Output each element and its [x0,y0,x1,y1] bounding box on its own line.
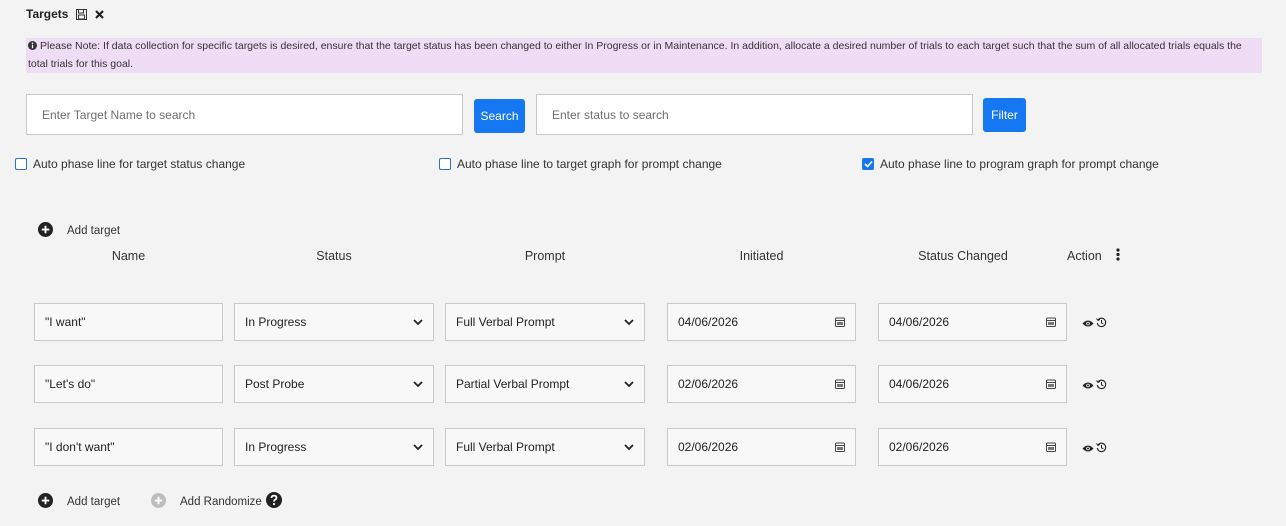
eye-icon[interactable] [1082,377,1094,395]
status-changed-date-field[interactable]: 02/06/2026 [878,428,1067,466]
column-header-action: Action [1067,248,1120,264]
add-target-label: Add target [67,496,121,508]
column-header-initiated: Initiated [739,249,784,263]
checkbox-label: Auto phase line to program graph for pro… [880,157,1159,171]
calendar-icon [1046,379,1056,389]
target-name-search-input[interactable] [26,94,463,135]
targets-header: Targets [26,7,105,21]
eye-icon[interactable] [1082,315,1094,333]
calendar-icon [1046,442,1056,452]
auto-phase-target-graph-checkbox[interactable]: Auto phase line to target graph for prom… [439,157,722,171]
prompt-value: Full Verbal Prompt [456,315,555,329]
history-icon[interactable] [1096,440,1107,458]
target-name-value: "I want" [45,315,86,329]
action-label: Action [1067,249,1102,263]
prompt-select[interactable]: Full Verbal Prompt [445,303,645,341]
plus-circle-icon[interactable] [38,222,53,240]
initiated-value: 02/06/2026 [678,440,739,454]
initiated-date-field[interactable]: 04/06/2026 [667,303,856,341]
checkbox-box-checked[interactable] [862,158,874,170]
plus-circle-icon-disabled[interactable] [151,492,166,511]
plus-circle-icon[interactable] [38,493,53,511]
auto-phase-program-graph-checkbox[interactable]: Auto phase line to program graph for pro… [862,157,1159,171]
search-button[interactable]: Search [474,99,525,133]
status-select[interactable]: In Progress [234,428,434,466]
prompt-value: Full Verbal Prompt [456,440,555,454]
initiated-value: 02/06/2026 [678,377,739,391]
column-header-name: Name [111,249,146,263]
chevron-down-icon [413,443,423,450]
eye-icon[interactable] [1082,440,1094,458]
calendar-icon [1046,317,1056,327]
row-actions [1082,377,1107,395]
auto-phase-status-checkbox[interactable]: Auto phase line for target status change [15,157,245,171]
row-actions [1082,440,1107,458]
prompt-select[interactable]: Partial Verbal Prompt [445,365,645,403]
note-text: Please Note: If data collection for spec… [28,40,1242,70]
chevron-down-icon [624,318,634,325]
initiated-value: 04/06/2026 [678,315,739,329]
chevron-down-icon [624,380,634,387]
column-header-status-changed: Status Changed [918,249,1008,263]
status-changed-value: 02/06/2026 [889,440,950,454]
initiated-date-field[interactable]: 02/06/2026 [667,365,856,403]
close-icon[interactable] [95,9,105,19]
status-value: In Progress [245,440,307,454]
initiated-date-field[interactable]: 02/06/2026 [667,428,856,466]
status-changed-date-field[interactable]: 04/06/2026 [878,303,1067,341]
target-name-field[interactable]: "Let's do" [34,365,223,403]
calendar-icon [835,379,845,389]
status-value: In Progress [245,315,307,329]
add-target-button-bottom[interactable]: Add target [38,493,120,511]
status-value: Post Probe [245,377,305,391]
chevron-down-icon [413,380,423,387]
info-icon [28,39,37,56]
check-icon [863,160,873,168]
status-changed-value: 04/06/2026 [889,315,950,329]
add-randomize-button[interactable]: Add Randomize [151,492,282,511]
history-icon[interactable] [1096,377,1107,395]
calendar-icon [835,317,845,327]
chevron-down-icon [624,443,634,450]
add-randomize-group: Add Randomize [180,492,282,511]
info-note: Please Note: If data collection for spec… [26,38,1262,73]
prompt-value: Partial Verbal Prompt [456,377,570,391]
save-icon[interactable] [76,8,88,20]
add-target-label: Add target [67,225,121,237]
status-select[interactable]: Post Probe [234,365,434,403]
row-actions [1082,315,1107,333]
calendar-icon [835,442,845,452]
history-icon[interactable] [1096,315,1107,333]
status-changed-date-field[interactable]: 04/06/2026 [878,365,1067,403]
checkbox-box[interactable] [439,158,451,170]
add-randomize-label: Add Randomize [180,495,262,508]
status-changed-value: 04/06/2026 [889,377,950,391]
column-header-status: Status [316,249,352,263]
chevron-down-icon [413,318,423,325]
prompt-select[interactable]: Full Verbal Prompt [445,428,645,466]
column-header-prompt: Prompt [524,249,566,263]
page-title: Targets [26,7,69,21]
target-name-field[interactable]: "I don't want" [34,428,223,466]
target-name-value: "I don't want" [45,440,115,454]
kebab-menu-icon[interactable] [1116,248,1120,264]
checkbox-label: Auto phase line to target graph for prom… [457,157,722,171]
filter-button[interactable]: Filter [983,98,1026,132]
target-name-value: "Let's do" [45,377,96,391]
add-target-button-top[interactable]: Add target [38,222,120,240]
checkbox-box[interactable] [15,158,27,170]
target-name-field[interactable]: "I want" [34,303,223,341]
status-search-input[interactable] [536,94,973,135]
help-icon[interactable] [265,492,282,511]
status-select[interactable]: In Progress [234,303,434,341]
checkbox-label: Auto phase line for target status change [33,157,246,171]
